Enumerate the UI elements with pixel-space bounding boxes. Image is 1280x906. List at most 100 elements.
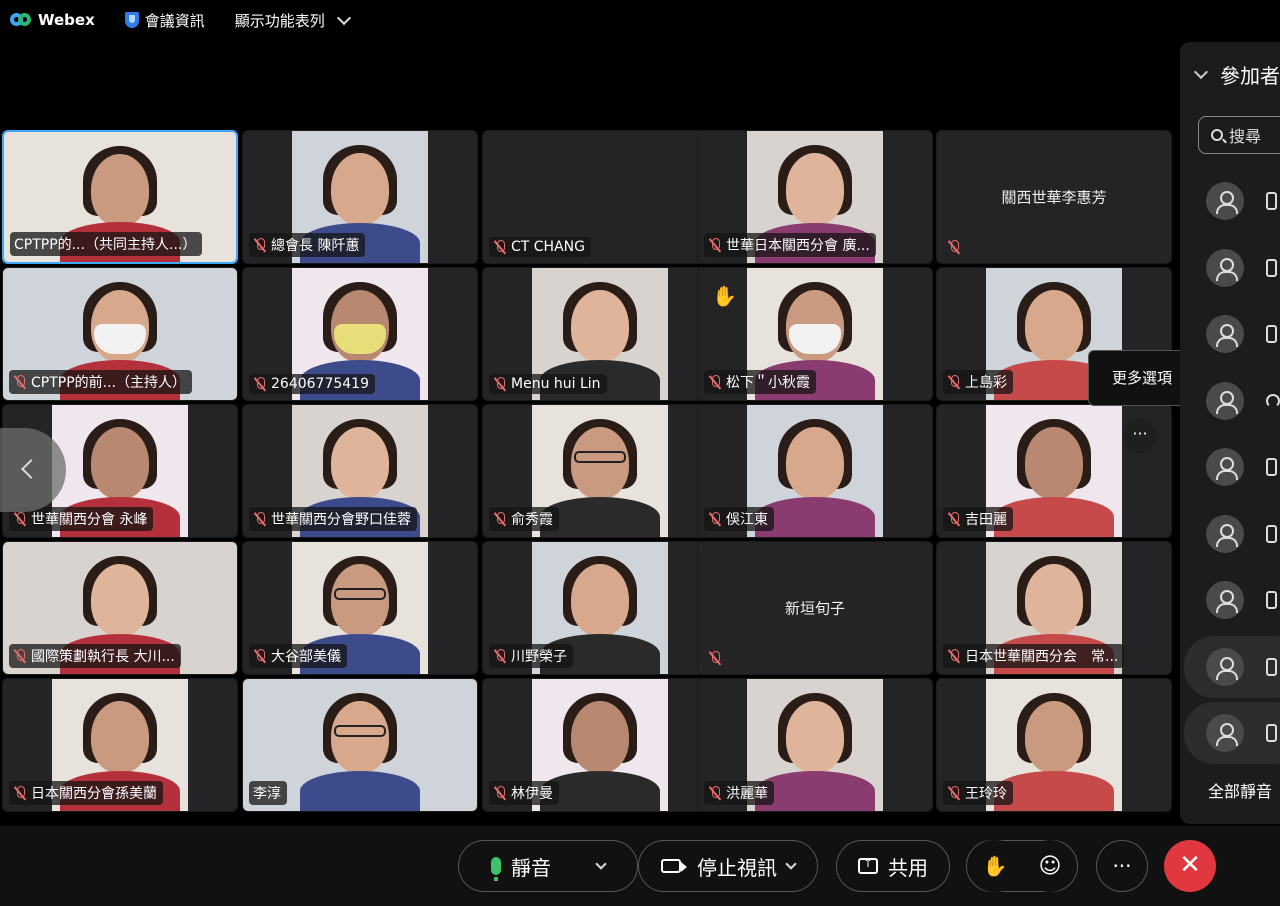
avatar-icon bbox=[1206, 448, 1244, 486]
muted-mic-icon bbox=[708, 237, 722, 253]
search-placeholder: 搜尋 bbox=[1229, 127, 1262, 146]
avatar-icon bbox=[1206, 514, 1244, 553]
participant-name: Menu hui Lin bbox=[511, 376, 601, 392]
share-button[interactable]: 共用 bbox=[836, 840, 950, 892]
participant-list-item[interactable] bbox=[1184, 170, 1280, 232]
participant-tile[interactable]: 李淳 bbox=[242, 678, 478, 812]
stop-video-label: 停止視訊 bbox=[697, 855, 777, 880]
mute-button[interactable]: 靜音 bbox=[458, 840, 638, 892]
meeting-info-button[interactable]: 會議資訊 bbox=[124, 10, 205, 31]
participant-tile[interactable]: 日本世華關西分会 常... bbox=[936, 541, 1172, 675]
chevron-down-icon bbox=[1193, 64, 1209, 79]
participant-tile[interactable]: 王玲玲 bbox=[936, 678, 1172, 812]
app-name: Webex bbox=[38, 11, 95, 29]
more-label: ··· bbox=[1112, 854, 1132, 878]
muted-mic-icon bbox=[13, 511, 27, 527]
show-menu-bar-button[interactable]: 顯示功能表列 bbox=[235, 10, 351, 31]
participant-tile[interactable]: CT CHANG bbox=[482, 130, 718, 264]
participant-tile[interactable]: 總會長 陳阡蕙 bbox=[242, 130, 478, 264]
avatar-icon bbox=[1206, 248, 1244, 287]
participant-tile[interactable]: 日本關西分會孫美蘭 bbox=[2, 678, 238, 812]
participant-name: CPTPP的...（共同主持人...） bbox=[14, 237, 197, 253]
phone-icon bbox=[1266, 458, 1277, 476]
participant-label: 世華關西分會野口佳蓉 bbox=[249, 507, 417, 531]
participant-tile[interactable]: 26406775419 bbox=[242, 267, 478, 401]
participant-label bbox=[704, 648, 732, 668]
leave-meeting-button[interactable]: ✕ bbox=[1164, 840, 1216, 892]
participant-name: CT CHANG bbox=[511, 239, 585, 255]
avatar-icon bbox=[1206, 647, 1244, 686]
phone-icon bbox=[1266, 192, 1277, 210]
participant-tile[interactable]: 國際策劃執行長 大川... bbox=[2, 541, 238, 675]
participant-tile[interactable]: Menu hui Lin bbox=[482, 267, 718, 401]
smiley-icon: ☺ bbox=[1038, 853, 1062, 879]
participant-list-item[interactable] bbox=[1184, 237, 1280, 299]
muted-mic-icon bbox=[493, 511, 507, 527]
microphone-icon bbox=[491, 857, 501, 881]
participant-label: 國際策劃執行長 大川... bbox=[9, 644, 181, 668]
participant-tile[interactable]: 世華關西分會野口佳蓉 bbox=[242, 404, 478, 538]
participant-tile[interactable]: 俁江東 bbox=[697, 404, 933, 538]
participant-list-item[interactable] bbox=[1184, 503, 1280, 565]
top-bar: Webex 會議資訊 顯示功能表列 bbox=[0, 0, 1280, 40]
participant-name: 洪麗華 bbox=[726, 786, 768, 802]
stop-video-button[interactable]: 停止視訊 bbox=[638, 840, 818, 892]
participant-list-item[interactable] bbox=[1184, 635, 1280, 698]
participant-label: 俞秀霞 bbox=[489, 507, 559, 531]
muted-mic-icon bbox=[253, 511, 267, 527]
chevron-down-icon bbox=[336, 10, 351, 25]
participant-name: 26406775419 bbox=[271, 376, 369, 392]
muted-mic-icon bbox=[493, 376, 507, 392]
avatar-icon bbox=[1206, 182, 1244, 220]
participant-list-item[interactable] bbox=[1184, 370, 1280, 432]
participant-list-item[interactable] bbox=[1184, 569, 1280, 631]
avatar-icon bbox=[1206, 381, 1244, 420]
participant-label: 王玲玲 bbox=[943, 781, 1013, 805]
participant-tile[interactable]: CPTPP的...（共同主持人...） bbox=[2, 130, 238, 264]
muted-mic-icon bbox=[493, 785, 507, 801]
participants-header[interactable]: 參加者 bbox=[1193, 60, 1280, 89]
participant-list-item[interactable] bbox=[1184, 702, 1280, 764]
participant-tile[interactable]: 林伊曼 bbox=[482, 678, 718, 812]
participant-name: 林伊曼 bbox=[511, 786, 553, 802]
chevron-down-icon[interactable] bbox=[785, 857, 797, 870]
participant-tile[interactable]: 世華日本關西分會 廣... bbox=[697, 130, 933, 264]
raise-hand-button[interactable]: ✋ bbox=[968, 840, 1022, 892]
phone-icon bbox=[1266, 325, 1277, 343]
camera-icon bbox=[661, 859, 687, 873]
participant-tile[interactable]: 川野榮子 bbox=[482, 541, 718, 675]
reactions-button[interactable]: ☺ bbox=[1024, 840, 1076, 892]
webex-brand: Webex bbox=[10, 11, 95, 29]
participant-tile[interactable]: 關西世華李惠芳 bbox=[936, 130, 1172, 264]
raised-hand-icon: ✋ bbox=[712, 284, 737, 308]
chevron-down-icon[interactable] bbox=[595, 857, 607, 870]
avatar-icon bbox=[1206, 714, 1244, 752]
participants-panel: 參加者 搜尋 全部靜音 bbox=[1180, 42, 1280, 824]
participant-label: 日本世華關西分会 常... bbox=[943, 644, 1125, 668]
more-options-button[interactable]: ··· bbox=[1096, 840, 1148, 892]
participant-tile[interactable]: 新垣旬子 bbox=[697, 541, 933, 675]
participant-label: 李淳 bbox=[249, 781, 287, 805]
participant-label: 日本關西分會孫美蘭 bbox=[9, 781, 163, 805]
participant-list-item[interactable] bbox=[1184, 436, 1280, 498]
participant-tile[interactable]: 洪麗華 bbox=[697, 678, 933, 812]
muted-mic-icon bbox=[13, 374, 27, 390]
participant-tile[interactable]: 大谷部美儀 bbox=[242, 541, 478, 675]
participant-tile[interactable]: CPTPP的前...（主持人） bbox=[2, 267, 238, 401]
mute-all-button[interactable]: 全部靜音 bbox=[1208, 778, 1272, 802]
muted-mic-icon bbox=[947, 511, 961, 527]
participant-tile[interactable]: ✋ 松下＂小秋霞 bbox=[697, 267, 933, 401]
muted-mic-icon bbox=[947, 374, 961, 390]
participant-name: 日本世華關西分会 常... bbox=[965, 649, 1119, 665]
participant-tile[interactable]: 俞秀霞 bbox=[482, 404, 718, 538]
participant-list-item[interactable] bbox=[1184, 303, 1280, 365]
tile-more-options-button[interactable]: ··· bbox=[1123, 419, 1157, 453]
participant-label: 林伊曼 bbox=[489, 781, 559, 805]
participant-search-input[interactable]: 搜尋 bbox=[1198, 116, 1280, 154]
muted-mic-icon bbox=[708, 785, 722, 801]
muted-mic-icon bbox=[13, 648, 27, 664]
avatar-icon bbox=[1206, 315, 1244, 353]
participant-tile[interactable]: 吉田麗 ··· bbox=[936, 404, 1172, 538]
phone-icon bbox=[1266, 524, 1277, 543]
muted-mic-icon bbox=[253, 237, 267, 253]
